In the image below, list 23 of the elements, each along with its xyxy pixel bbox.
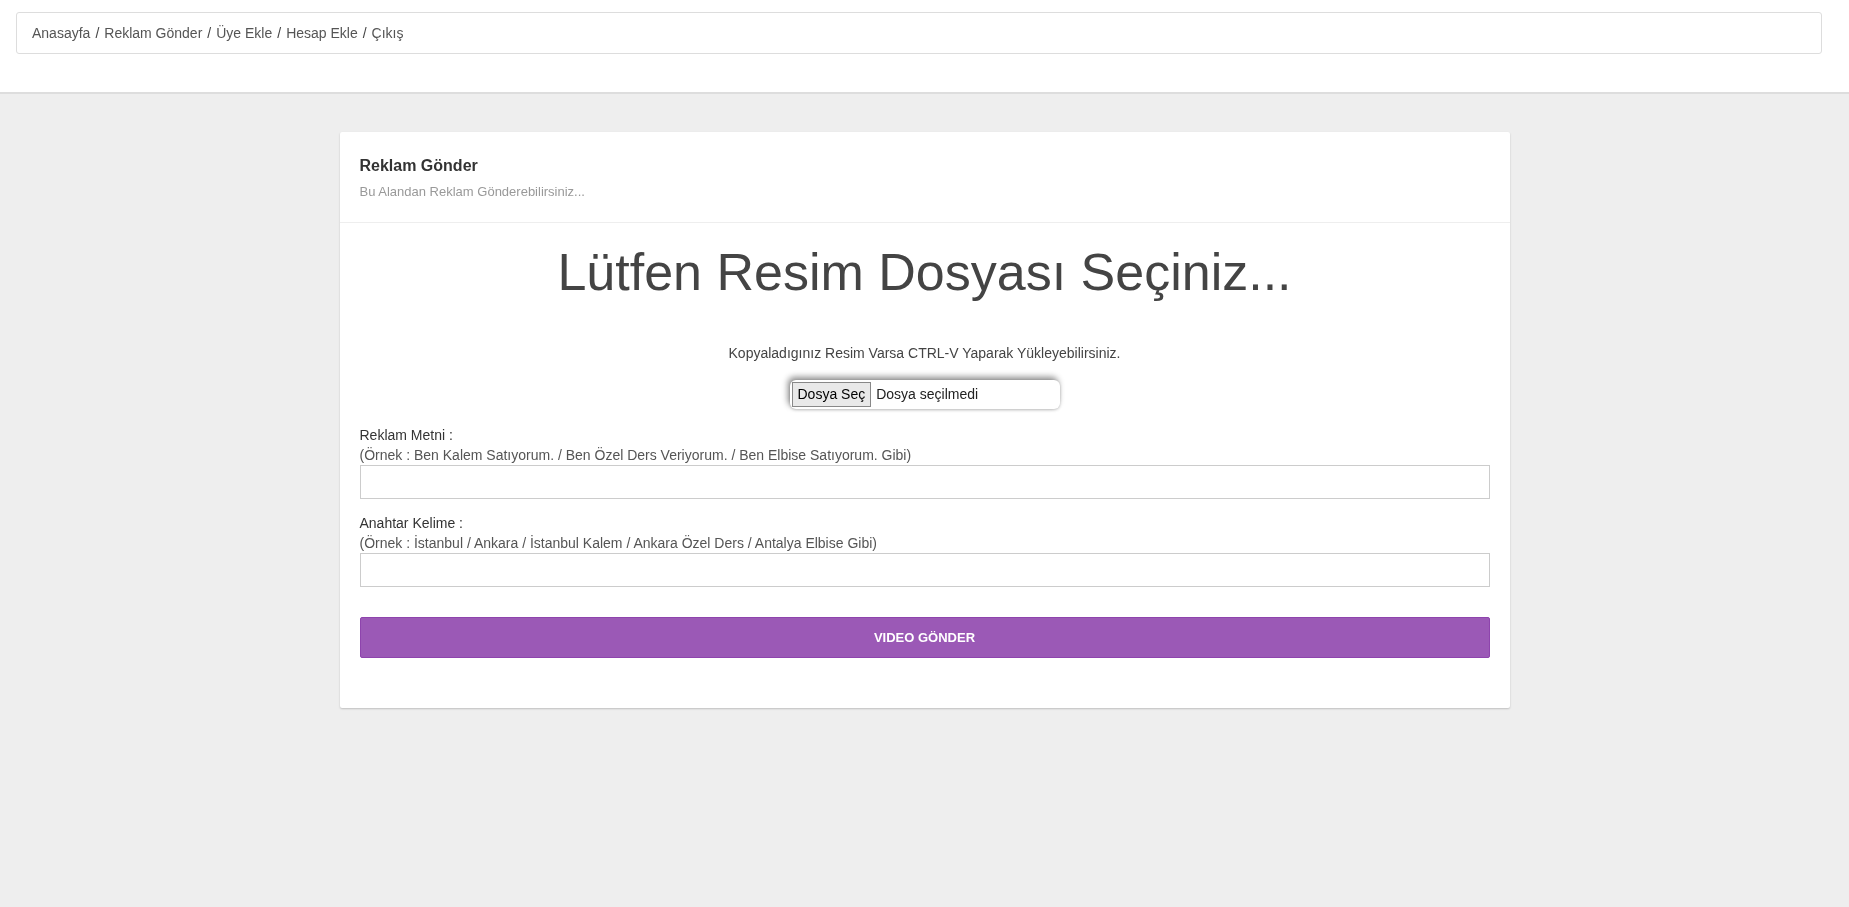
breadcrumb-separator: / [277,23,282,43]
card-title: Reklam Gönder [359,156,479,176]
file-status-text: Dosya seçilmedi [875,384,979,404]
paste-hint-text: Kopyaladıgınız Resim Varsa CTRL-V Yaparak Yükleyebilirsiniz. [727,343,1122,363]
breadcrumb-separator: / [207,23,212,43]
field-example-text: (Örnek : İstanbul / Ankara / İstanbul Kalem / Ankara Özel Ders / Antalya Elbise Gibi) [359,533,878,553]
field-example-text: (Örnek : Ben Kalem Satıyorum. / Ben Özel Ders Veriyorum. / Ben Elbise Satıyorum. Gibi) [359,445,913,465]
breadcrumb-link[interactable]: Anasayfa [32,22,91,44]
send-button[interactable]: VIDEO GÖNDER [359,616,1490,658]
page-heading: Lütfen Resim Dosyası Seçiniz... [556,241,1293,303]
breadcrumb-separator: / [95,23,100,43]
breadcrumb-link[interactable]: Üye Ekle [216,22,273,44]
file-input[interactable]: Dosya Seç Dosya seçilmedi [789,379,1060,409]
input-field[interactable] [359,552,1490,587]
field-label: Anahtar Kelime : [359,513,464,533]
breadcrumb-separator: / [362,23,367,43]
field-label: Reklam Metni : [359,425,454,445]
card-subtitle: Bu Alandan Reklam Gönderebilirsiniz... [359,183,586,201]
breadcrumb-link[interactable]: Çıkış [371,22,404,44]
breadcrumb-link[interactable]: Hesap Ekle [286,22,358,44]
input-field[interactable] [359,464,1490,499]
breadcrumb-link[interactable]: Reklam Gönder [104,22,203,44]
choose-file-button[interactable]: Dosya Seç [791,381,872,407]
